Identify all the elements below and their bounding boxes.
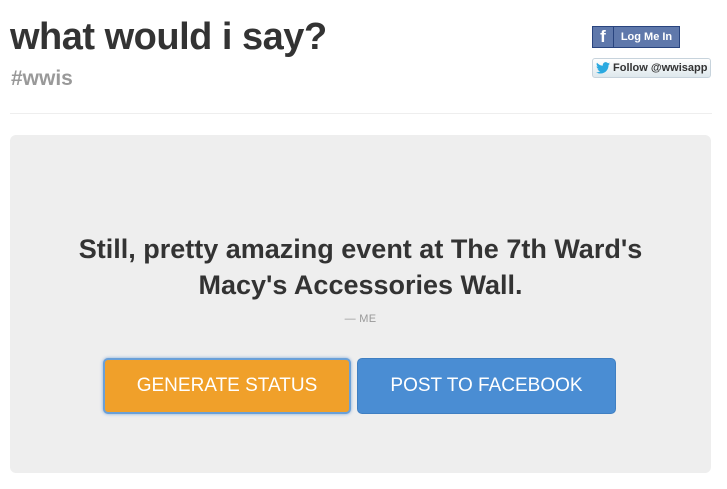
- twitter-follow-button[interactable]: Follow @wwisapp: [592, 58, 711, 78]
- facebook-login-label: Log Me In: [620, 31, 673, 43]
- facebook-icon: f: [593, 27, 614, 47]
- facebook-login-button[interactable]: f Log Me In: [592, 26, 680, 48]
- page: what would i say? #wwis f Log Me In Foll…: [0, 0, 727, 489]
- twitter-bird-icon: [596, 62, 610, 74]
- generate-status-button[interactable]: GENERATE STATUS: [103, 358, 351, 414]
- hashtag: #wwis: [11, 67, 73, 90]
- post-to-facebook-button[interactable]: POST TO FACEBOOK: [357, 358, 616, 414]
- quote-attribution: — ME: [344, 313, 377, 325]
- header-divider: [10, 113, 712, 114]
- page-title: what would i say?: [10, 16, 327, 58]
- status-quote: Still, pretty amazing event at The 7th W…: [78, 234, 643, 300]
- twitter-follow-label: Follow @wwisapp: [613, 62, 708, 74]
- status-panel: Still, pretty amazing event at The 7th W…: [10, 135, 711, 473]
